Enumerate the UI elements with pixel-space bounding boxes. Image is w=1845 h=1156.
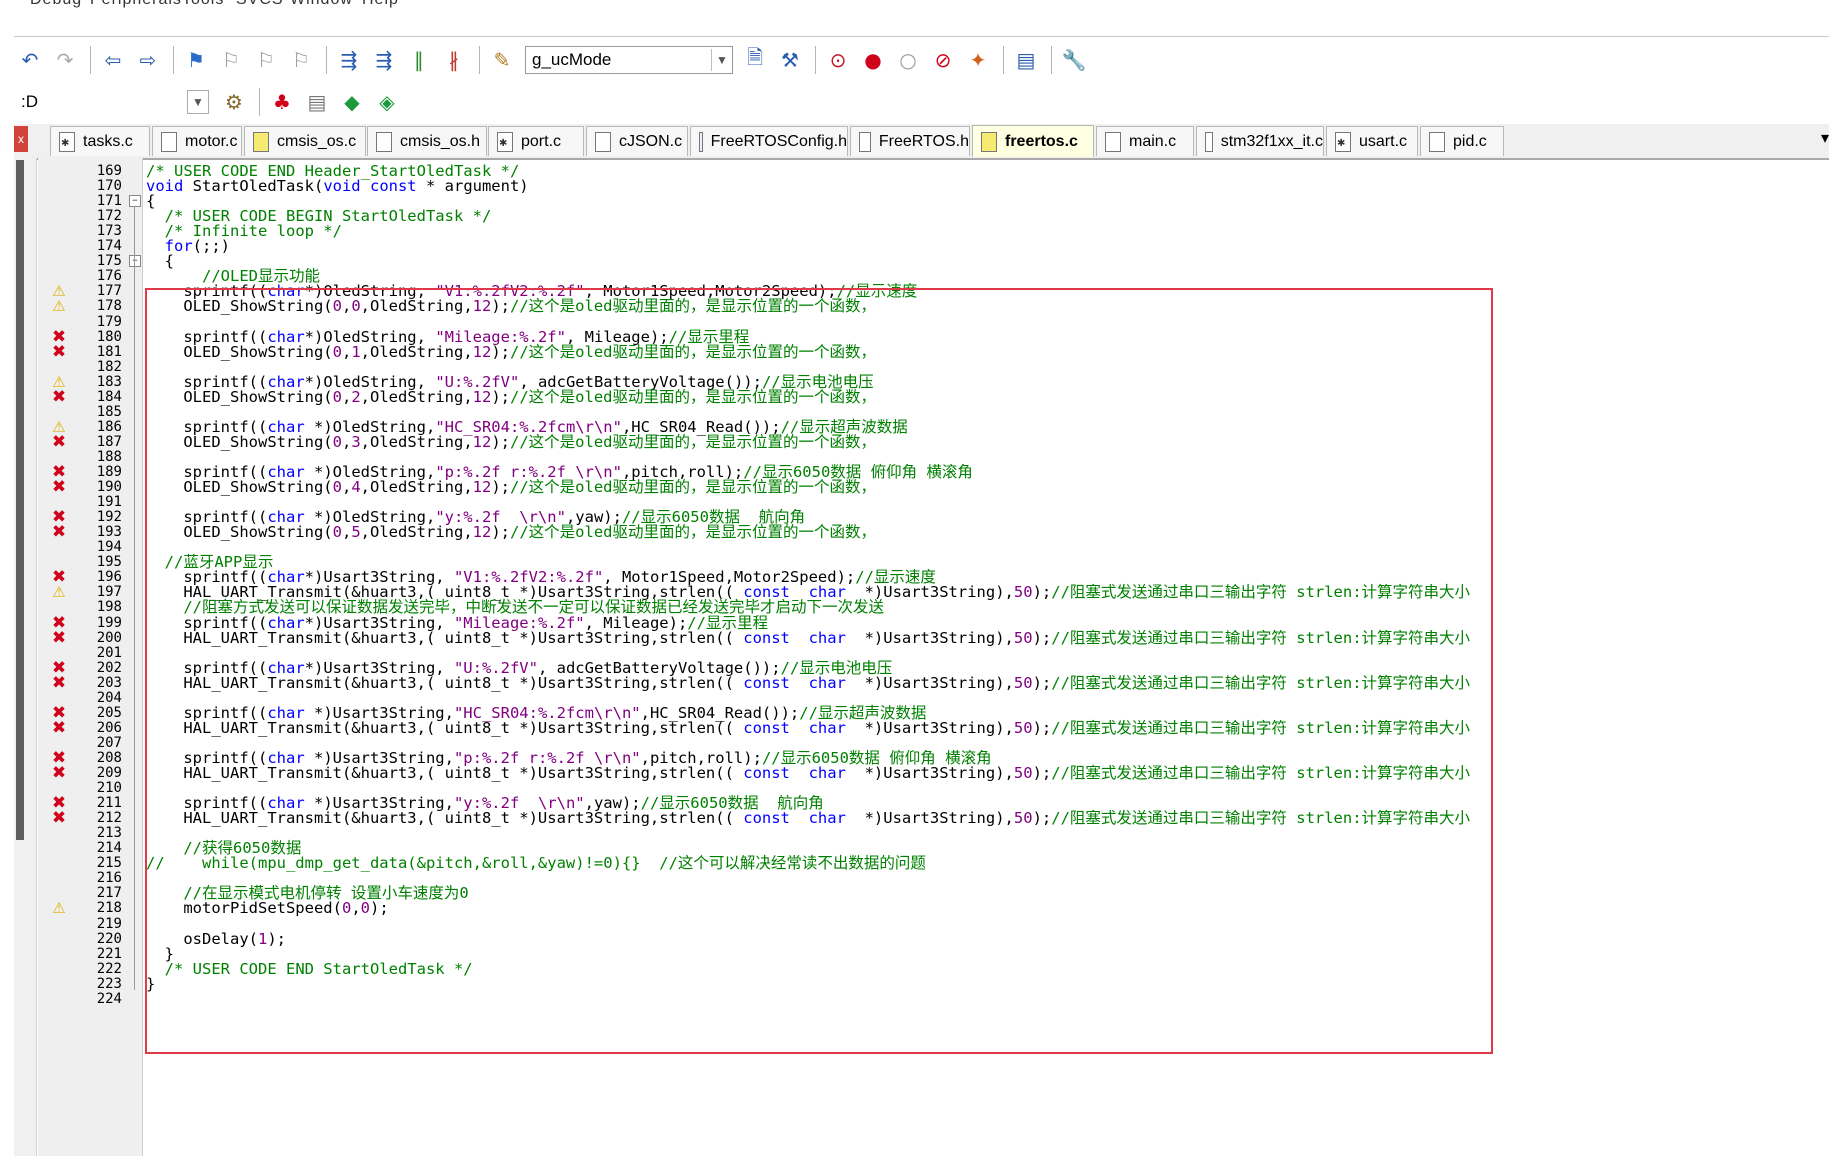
toolbar-separator [1051,46,1052,74]
tab-label: FreeRTOS.h [878,132,969,150]
bookmark-clear-icon[interactable]: ⚐ [285,44,317,76]
menu-item-tools[interactable]: Tools [182,0,224,9]
file-icon [699,131,703,152]
menu-item-debug[interactable]: Debug [30,0,82,9]
select-packs-icon[interactable]: ◆ [336,86,368,118]
incremental-find-icon[interactable]: 🗎 [739,44,771,76]
tab-cmsis-os-c[interactable]: cmsis_os.c [244,126,366,156]
target-select-value: :D [21,92,38,111]
tab-label: freertos.c [1005,132,1078,150]
code-line[interactable]: 224 [0,990,1845,1008]
toolbar-separator [259,88,260,116]
line-number: 224 [96,990,122,1007]
target-toolbar: :D ▼ ⚙ ♣ ▤ ◆ ◈ [14,82,406,122]
menu-item-window[interactable]: Window [290,0,353,9]
bookmark-prev-icon[interactable]: ⚐ [215,44,247,76]
redo-icon[interactable]: ↷ [49,44,81,76]
tab-label: usart.c [1359,132,1408,150]
undo-icon[interactable]: ↶ [14,44,46,76]
file-icon [59,131,75,152]
comment-icon[interactable]: ∥ [403,44,435,76]
tab-label: main.c [1129,132,1177,150]
bookmark-next-icon[interactable]: ⚐ [250,44,282,76]
tab-stm32f1xx-it-c[interactable]: stm32f1xx_it.c [1196,126,1324,156]
menu-bar: Debug PeripheralsTools SVCS Window Help [0,0,1845,28]
pack-installer-icon[interactable]: ▤ [301,86,333,118]
nav-forward-icon[interactable]: ⇨ [132,44,164,76]
symbol-search-value: g_ucMode [532,50,612,69]
breakpoint-enable-icon[interactable]: ✦ [962,44,994,76]
fold-guide [134,207,135,990]
tab-main-c[interactable]: main.c [1096,126,1194,156]
find-in-files-icon[interactable]: ✎ [486,44,518,76]
tab-label: stm32f1xx_it.c [1220,132,1323,150]
file-icon [497,131,513,152]
breakpoint-disable-icon[interactable]: ○ [892,44,924,76]
toolbar-separator [1003,46,1004,74]
tab-freertosconfig-h[interactable]: FreeRTOSConfig.h [690,126,848,156]
debug-start-icon[interactable]: ⊙ [822,44,854,76]
tab-label: tasks.c [83,132,133,150]
tab-motor-c[interactable]: motor.c [152,126,242,156]
tab-label: cJSON.c [619,132,683,150]
nav-back-icon[interactable]: ⇦ [97,44,129,76]
indent-icon[interactable]: ⇶ [333,44,365,76]
breakpoint-insert-icon[interactable]: ● [857,44,889,76]
menu-divider [14,36,1829,37]
toolbar-separator [326,46,327,74]
close-tab-icon[interactable]: x [14,126,28,152]
chevron-down-icon[interactable]: ▼ [711,49,732,71]
tab-usart-c[interactable]: usart.c [1326,126,1418,156]
toolbar-separator [90,46,91,74]
chevron-down-icon[interactable]: ▼ [187,90,209,114]
uncomment-icon[interactable]: ∦ [438,44,470,76]
configure-icon[interactable]: 🔧 [1058,44,1090,76]
toolbar-separator [173,46,174,74]
fold-collapse-icon[interactable]: − [129,195,141,208]
tab-label: port.c [521,132,562,150]
breakpoint-kill-icon[interactable]: ⊘ [927,44,959,76]
toolbar-separator [479,46,480,74]
file-icon [1335,131,1351,152]
tab-label: motor.c [185,132,238,150]
file-icon [253,131,269,152]
file-icon [376,131,392,152]
tab-label: cmsis_os.h [400,132,481,150]
tab-cjson-c[interactable]: cJSON.c [586,126,688,156]
unindent-icon[interactable]: ⇶ [368,44,400,76]
tab-label: pid.c [1453,132,1487,150]
editor-tab-bar: x ▾ tasks.c motor.c cmsis_os.c cmsis_os.h po… [14,124,1829,160]
tab-label: FreeRTOSConfig.h [710,132,847,150]
file-icon [859,131,871,152]
file-icon [595,131,611,152]
menu-item-peripherals[interactable]: Peripherals [90,0,182,9]
target-select-combo[interactable]: :D ▼ [14,88,210,116]
file-icon [1429,131,1445,152]
rte-icon[interactable]: ◈ [371,86,403,118]
fold-collapse-icon[interactable]: − [129,255,141,268]
tab-freertos-c[interactable]: freertos.c [972,125,1094,157]
tab-label: cmsis_os.c [277,132,357,150]
tab-cmsis-os-h[interactable]: cmsis_os.h [367,126,487,156]
build-toolbar: ↶ ↷ ⇦ ⇨ ⚑ ⚐ ⚐ ⚐ ⇶ ⇶ ∥ ∦ ✎ g_ucMode ▼ 🗎 ⚒ ⊙ ● ○ ⊘ ✦ ▤ 🔧 [14,40,1093,80]
bookmark-set-icon[interactable]: ⚑ [180,44,212,76]
tab-freertos-h[interactable]: FreeRTOS.h [850,126,970,156]
window-layout-icon[interactable]: ▤ [1010,44,1042,76]
options-target-icon[interactable]: ⚙ [218,86,250,118]
symbol-search-combo[interactable]: g_ucMode ▼ [525,46,733,74]
menu-item-help[interactable]: Help [362,0,399,9]
file-icon [161,131,177,152]
tab-port-c[interactable]: port.c [488,126,584,156]
file-icon [1205,131,1213,152]
file-icon [981,131,997,152]
source-browser-icon[interactable]: ⚒ [774,44,806,76]
toolbar-separator [815,46,816,74]
manage-components-icon[interactable]: ♣ [266,86,298,118]
tab-overflow-icon[interactable]: ▾ [1821,128,1829,148]
tab-pid-c[interactable]: pid.c [1420,126,1504,156]
menu-item-svcs[interactable]: SVCS [236,0,284,9]
tab-tasks-c[interactable]: tasks.c [50,126,150,156]
file-icon [1105,131,1121,152]
